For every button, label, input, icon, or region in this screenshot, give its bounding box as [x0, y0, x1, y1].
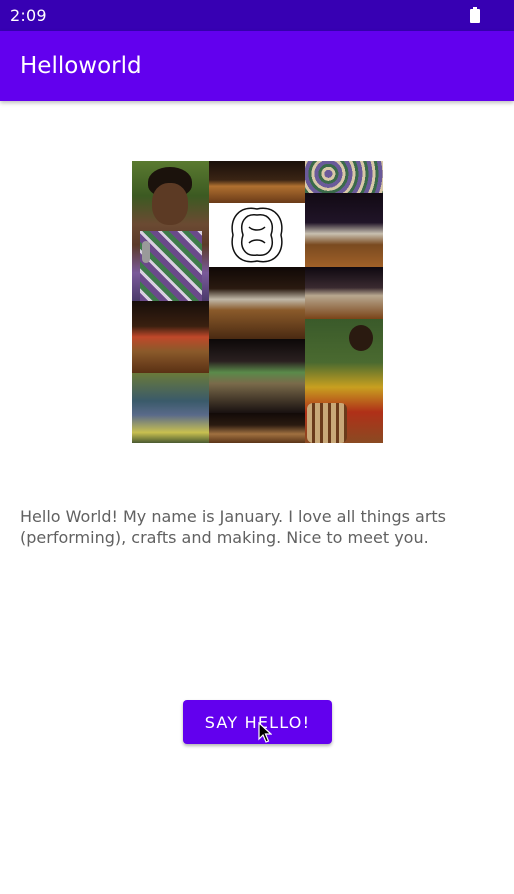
collage-dancers	[209, 339, 305, 413]
collage-stage-top	[209, 161, 305, 203]
status-bar: 2:09	[0, 0, 514, 31]
collage-portrait-woman	[132, 161, 209, 301]
collage-stage-right-2	[305, 267, 383, 319]
collage-stage-middle	[209, 267, 305, 339]
mouse-pointer-icon	[258, 722, 272, 743]
collage-fabric	[305, 161, 383, 193]
app-title: Helloworld	[20, 53, 142, 79]
intro-text: Hello World! My name is January. I love …	[20, 507, 447, 547]
collage-stage-bottom	[209, 413, 305, 443]
collage-stage-left	[132, 301, 209, 373]
collage-group-photo	[132, 373, 209, 443]
app-bar: Helloworld	[0, 31, 514, 101]
collage-adinkra-symbol	[209, 203, 305, 267]
status-time: 2:09	[10, 6, 47, 25]
collage-drummer	[305, 319, 383, 443]
photo-collage	[132, 161, 383, 443]
collage-stage-right-1	[305, 193, 383, 267]
battery-full-icon	[470, 7, 480, 23]
